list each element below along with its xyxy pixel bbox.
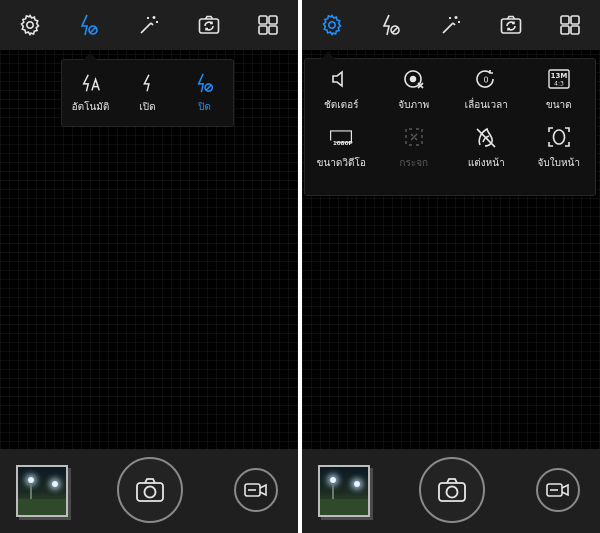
setting-label: ขนาด: [545, 100, 572, 111]
video-size-icon: 1080P: [330, 130, 353, 147]
camera-screen-flash: อัตโนมัติ เปิด ปิด: [0, 0, 298, 533]
flash-option-auto[interactable]: อัตโนมัติ: [64, 72, 118, 115]
settings-gear-icon[interactable]: [15, 10, 45, 40]
camera-shutter-icon: [438, 478, 466, 502]
setting-capture[interactable]: จับภาพ: [378, 67, 451, 125]
setting-label: ขนาดวิดีโอ: [316, 158, 366, 169]
grass-shape: [18, 499, 66, 515]
setting-label: ชัตเตอร์: [323, 100, 359, 111]
flash-on-icon: [142, 73, 150, 91]
bottom-controls: [302, 449, 600, 533]
flash-option-label: เปิด: [139, 101, 156, 113]
flash-option-off[interactable]: ปิด: [178, 72, 232, 115]
flash-option-label: ปิด: [198, 101, 211, 113]
lamp-shape: [52, 481, 58, 487]
video-record-button[interactable]: [234, 468, 278, 512]
gallery-thumbnail[interactable]: [16, 465, 68, 517]
setting-label: เลื่อนเวลา: [464, 100, 508, 111]
size-badge-bottom: 4:3: [554, 81, 564, 88]
setting-beauty[interactable]: แต่งหน้า: [450, 125, 523, 183]
popup-arrow: [83, 53, 97, 60]
setting-label: แต่งหน้า: [467, 158, 505, 169]
flash-option-label: อัตโนมัติ: [71, 101, 110, 113]
setting-label: จับใบหน้า: [537, 158, 580, 169]
mirror-icon: [405, 128, 423, 146]
setting-photo-size[interactable]: 13M 4:3 ขนาด: [523, 67, 596, 125]
setting-face-detect[interactable]: จับใบหน้า: [523, 125, 596, 183]
face-detect-icon: [547, 127, 570, 147]
shutter-button[interactable]: [419, 457, 485, 523]
grid-modes-icon[interactable]: [555, 10, 585, 40]
photo-size-icon: 13M4:3: [548, 69, 570, 89]
magic-wand-icon[interactable]: [134, 10, 164, 40]
setting-shutter-sound[interactable]: ชัตเตอร์: [305, 67, 378, 125]
setting-mirror: กระจก: [378, 125, 451, 183]
top-toolbar: [0, 0, 298, 50]
setting-timer[interactable]: 0 เลื่อนเวลา: [450, 67, 523, 125]
switch-camera-icon[interactable]: [496, 10, 526, 40]
grass-shape: [320, 499, 368, 515]
size-badge-top: 13M: [550, 72, 567, 80]
setting-label: กระจก: [399, 158, 429, 169]
camera-shutter-icon: [136, 478, 164, 502]
settings-popup: ชัตเตอร์ จับภาพ 0 เลื่อนเวลา 13M 4:3 ขนาด…: [304, 52, 596, 196]
gallery-thumbnail[interactable]: [318, 465, 370, 517]
video-record-icon: [244, 483, 267, 497]
video-record-button[interactable]: [536, 468, 580, 512]
beauty-off-icon: [476, 127, 496, 148]
shutter-button[interactable]: [117, 457, 183, 523]
switch-camera-icon[interactable]: [194, 10, 224, 40]
camera-screen-settings: ชัตเตอร์ จับภาพ 0 เลื่อนเวลา 13M 4:3 ขนาด…: [302, 0, 600, 533]
flash-off-icon[interactable]: [74, 10, 104, 40]
top-toolbar: [302, 0, 600, 50]
lamp-shape: [354, 481, 360, 487]
flash-auto-icon: [81, 73, 100, 91]
timer-badge: 0: [484, 76, 489, 85]
timer-icon: 0: [476, 70, 495, 88]
popup-arrow: [321, 52, 335, 59]
video-size-badge: 1080P: [333, 141, 353, 147]
flash-off-icon[interactable]: [376, 10, 406, 40]
magic-wand-icon[interactable]: [436, 10, 466, 40]
flash-off-icon: [196, 73, 213, 92]
grid-modes-icon[interactable]: [253, 10, 283, 40]
setting-video-size[interactable]: 1080P ขนาดวิดีโอ: [305, 125, 378, 183]
flash-option-on[interactable]: เปิด: [121, 72, 175, 115]
video-record-icon: [546, 483, 569, 497]
flash-mode-popup: อัตโนมัติ เปิด ปิด: [61, 53, 234, 127]
setting-label: จับภาพ: [398, 100, 430, 111]
shutter-sound-icon: [332, 70, 344, 88]
bottom-controls: [0, 449, 298, 533]
capture-icon: [403, 70, 424, 89]
settings-gear-icon[interactable]: [317, 10, 347, 40]
